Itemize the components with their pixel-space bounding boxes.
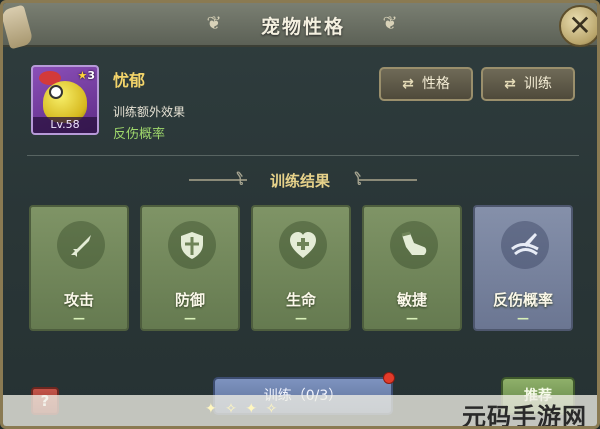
- refresh-icon: ⇄: [402, 76, 414, 92]
- stat-label: 反伤概率: [492, 291, 553, 309]
- window-title: 宠物性格: [260, 16, 345, 38]
- heading-ornament-right: [359, 179, 417, 181]
- stat-value: —: [73, 311, 85, 325]
- notification-dot: [383, 372, 395, 384]
- title-ornament-right-icon: ❦: [382, 13, 398, 34]
- train-tab-button[interactable]: ⇄ 训练: [481, 67, 575, 101]
- stat-value: —: [184, 311, 196, 325]
- extra-effect-label: 训练额外效果: [113, 105, 186, 119]
- shield-icon: [168, 221, 216, 269]
- sparkle-icon: ✦ ✧ ✦ ✧: [205, 401, 280, 417]
- stat-card-agility[interactable]: 敏捷 —: [362, 205, 462, 331]
- personality-name: 忧郁: [113, 71, 146, 90]
- title-bar: ❦ 宠物性格 ❦ ✕: [3, 3, 597, 50]
- stat-value: —: [406, 311, 418, 325]
- refresh-icon: ⇄: [504, 76, 516, 92]
- pet-info-panel: ★3 Lv.58 忧郁 训练额外效果 反伤概率 ⇄ 性格 ⇄ 训练: [23, 61, 583, 151]
- personality-button[interactable]: ⇄ 性格: [379, 67, 473, 101]
- stat-card-defense[interactable]: 防御 —: [140, 205, 240, 331]
- star-count: 3: [87, 69, 95, 82]
- heart-plus-icon: [279, 221, 327, 269]
- close-button[interactable]: ✕: [559, 5, 597, 47]
- training-results-heading: 训练结果: [269, 172, 330, 190]
- stat-label: 防御: [174, 291, 205, 309]
- stat-label: 敏捷: [396, 291, 427, 309]
- pet-eye: [49, 85, 63, 99]
- star-icon: ★: [77, 69, 88, 82]
- personality-button-label: 性格: [421, 76, 450, 92]
- stat-label: 攻击: [63, 291, 94, 309]
- boot-icon: [390, 221, 438, 269]
- reflect-icon: [501, 221, 549, 269]
- stat-value: —: [295, 311, 307, 325]
- star-badge: ★3: [77, 69, 95, 82]
- pet-personality-window: ❦ 宠物性格 ❦ ✕ ★3 Lv.58 忧郁 训练额外效果 反伤概率 ⇄ 性格 ⇄…: [0, 0, 600, 429]
- extra-effect-value: 反伤概率: [113, 127, 166, 142]
- pet-level: Lv.58: [33, 117, 97, 133]
- stat-card-reflect-chance[interactable]: 反伤概率 —: [473, 205, 573, 331]
- stat-value: —: [517, 311, 529, 325]
- site-watermark: 元码手游网: [462, 403, 587, 429]
- stat-card-attack[interactable]: 攻击 —: [29, 205, 129, 331]
- sword-icon: [57, 221, 105, 269]
- stat-card-health[interactable]: 生命 —: [251, 205, 351, 331]
- pet-avatar[interactable]: ★3 Lv.58: [31, 65, 99, 135]
- stat-label: 生命: [285, 291, 316, 309]
- divider: [27, 155, 579, 156]
- train-tab-button-label: 训练: [523, 76, 552, 92]
